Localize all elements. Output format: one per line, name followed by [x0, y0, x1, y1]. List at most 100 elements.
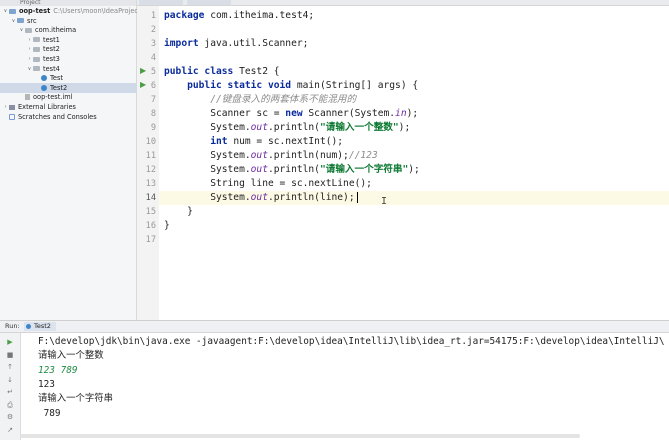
line-number: 16 — [145, 221, 156, 231]
chevron-right-icon[interactable]: › — [26, 37, 33, 43]
tree-item-oop-test[interactable]: ∨ oop-test C:\Users\moon\IdeaProject — [0, 6, 141, 16]
code-line: package com.itheima.test4; — [164, 9, 314, 23]
console-horizontal-scrollbar[interactable] — [20, 434, 580, 438]
rerun-icon[interactable]: ▶ — [5, 338, 15, 346]
code-token: String line = sc.nextLine(); — [164, 178, 372, 189]
line-number: 6 — [150, 81, 156, 91]
code-token: int — [210, 136, 228, 147]
console-line: 123 — [38, 378, 55, 390]
line-number: 15 — [145, 207, 156, 217]
line-number: 17 — [145, 235, 156, 245]
code-token: .println(num); — [267, 150, 349, 161]
run-panel-header: Run: Test2 — [0, 321, 669, 333]
console-line: 请输入一个整数 — [38, 350, 104, 362]
iml-file-icon — [25, 94, 30, 101]
run-tab-label: Test2 — [34, 322, 51, 330]
tree-item-label: test2 — [43, 45, 60, 54]
run-tab-test2[interactable]: Test2 — [24, 322, 56, 331]
code-token: main(String[] args) { — [291, 80, 419, 91]
package-icon — [33, 66, 40, 72]
line-number: 13 — [145, 179, 156, 189]
tree-item-label: com.itheima — [35, 26, 77, 35]
line-number: 10 — [145, 137, 156, 147]
tree-item-label: test1 — [43, 35, 60, 44]
chevron-right-icon[interactable]: › — [26, 46, 33, 52]
tree-item-test2[interactable]: › test2 — [0, 44, 60, 54]
editor-tab[interactable] — [187, 0, 231, 5]
tree-item-test4[interactable]: ∨ test4 — [0, 64, 60, 74]
wrap-icon[interactable]: ↵ — [5, 388, 15, 396]
editor-tab[interactable] — [139, 0, 183, 5]
tree-item-test1[interactable]: › test1 — [0, 35, 60, 45]
code-token: out — [250, 122, 268, 133]
code-token: public class — [164, 66, 234, 77]
chevron-down-icon[interactable]: ∨ — [2, 8, 9, 14]
chevron-right-icon[interactable]: › — [26, 56, 33, 62]
code-token: java.util.Scanner; — [198, 38, 309, 49]
console-line: F:\develop\jdk\bin\java.exe -javaagent:F… — [38, 336, 665, 347]
chevron-right-icon[interactable]: › — [2, 104, 9, 110]
chevron-down-icon[interactable]: ∨ — [26, 66, 33, 72]
code-token: .println( — [267, 164, 320, 175]
code-token: System. — [164, 150, 251, 161]
java-class-icon — [41, 84, 47, 91]
tree-item-label: Scratches and Consoles — [18, 112, 97, 121]
code-token: "请输入一个整数" — [319, 122, 399, 133]
line-number: 3 — [150, 39, 156, 49]
package-icon — [33, 37, 40, 43]
code-line: //键盘录入的两套体系不能混用的 — [164, 93, 356, 107]
settings-icon[interactable]: ⚙ — [5, 413, 15, 421]
code-token: //123 — [348, 150, 378, 161]
tree-item-test3[interactable]: › test3 — [0, 54, 60, 64]
console-user-input: 123 789 — [38, 364, 78, 376]
run-toolbar: ▶ ■ ↑ ↓ ↵ ⎙ ⚙ ↗ — [0, 333, 21, 440]
tree-item-src[interactable]: ∨ src — [0, 16, 37, 26]
code-token: com.itheima.test4; — [204, 10, 315, 21]
code-token: .println(line); — [267, 192, 355, 203]
code-token: Scanner(System. — [302, 108, 396, 119]
console-line: 789 — [38, 407, 61, 419]
code-line: System.out.println("请输入一个字符串"); — [164, 163, 420, 177]
package-icon — [33, 46, 40, 52]
tree-item-external-libraries[interactable]: › External Libraries — [0, 102, 76, 112]
code-line: } — [164, 205, 193, 219]
tree-item-label: test4 — [43, 64, 60, 73]
scroll-up-icon[interactable]: ↑ — [5, 363, 15, 371]
code-token: .println( — [267, 122, 320, 133]
print-icon[interactable]: ⎙ — [5, 401, 15, 410]
code-token: out — [250, 192, 268, 203]
java-class-icon — [41, 75, 47, 82]
chevron-down-icon[interactable]: ∨ — [18, 27, 25, 33]
pin-icon[interactable]: ↗ — [5, 426, 15, 434]
tree-item-com-itheima[interactable]: ∨ com.itheima — [0, 25, 76, 35]
line-number: 11 — [145, 151, 156, 161]
run-label: Run: — [5, 322, 20, 330]
code-token: System. — [164, 122, 251, 133]
chevron-down-icon[interactable]: ∨ — [10, 18, 17, 24]
stop-icon[interactable]: ■ — [5, 351, 15, 359]
module-folder-icon — [9, 8, 16, 14]
tree-item-oop-test-iml[interactable]: oop-test.iml — [0, 92, 72, 102]
code-line: int num = sc.nextInt(); — [164, 135, 343, 149]
code-editor[interactable]: package com.itheima.test4; import java.ut… — [159, 6, 669, 320]
console-output[interactable]: F:\develop\jdk\bin\java.exe -javaagent:F… — [20, 333, 669, 440]
source-folder-icon — [17, 18, 24, 24]
scroll-down-icon[interactable]: ↓ — [5, 376, 15, 384]
code-token: } — [164, 220, 170, 231]
tree-item-label: Test2 — [50, 83, 68, 92]
code-token: System. — [164, 192, 251, 203]
code-token: public static void — [187, 80, 292, 91]
java-class-icon — [26, 324, 31, 329]
code-token: num = sc.nextInt(); — [227, 136, 344, 147]
mouse-ibeam-cursor: I — [381, 196, 388, 207]
libraries-icon — [9, 104, 15, 110]
tree-item-test[interactable]: Test — [0, 73, 63, 83]
tree-item-scratches-and-consoles[interactable]: Scratches and Consoles — [0, 112, 97, 122]
code-line: Scanner sc = new Scanner(System.in); — [164, 107, 418, 121]
code-line: System.out.println(line); — [164, 191, 358, 205]
line-number: 12 — [145, 165, 156, 175]
code-line: import java.util.Scanner; — [164, 37, 308, 51]
line-number: 7 — [150, 95, 156, 105]
